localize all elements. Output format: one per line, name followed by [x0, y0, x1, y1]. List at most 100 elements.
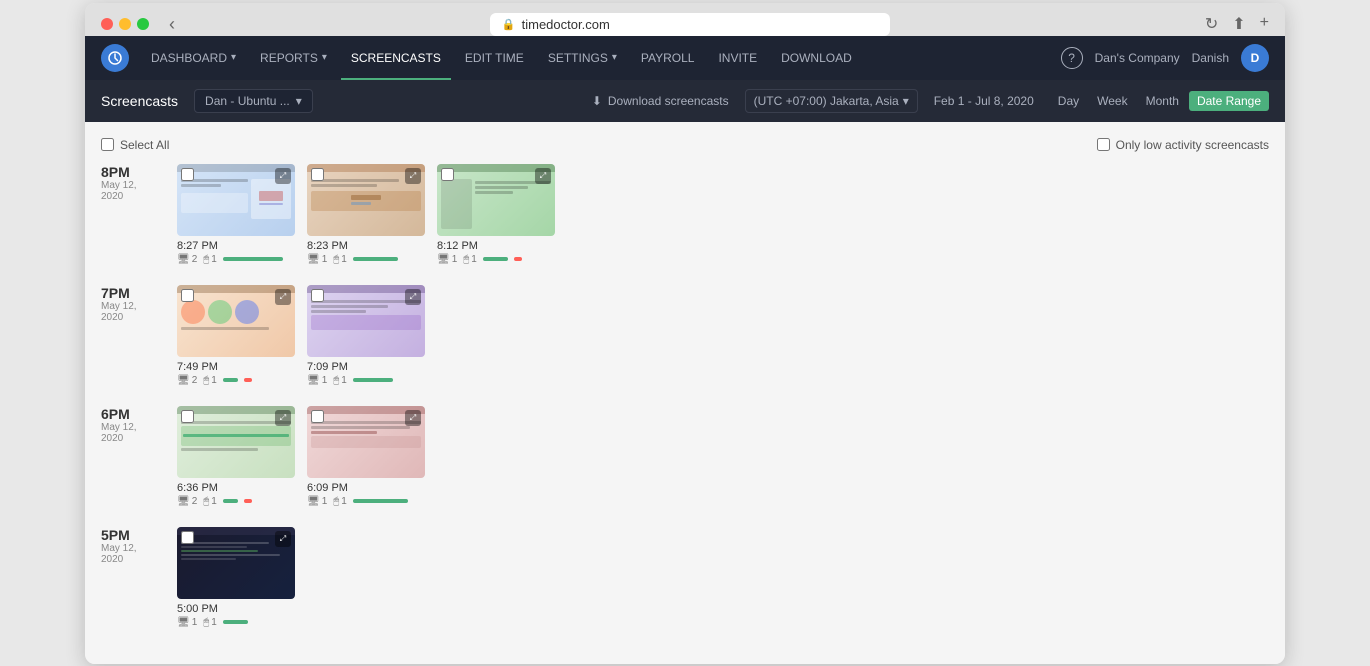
app-logo[interactable] — [101, 44, 129, 72]
time-label: 7PM May 12, 2020 — [101, 285, 161, 386]
time-group-5pm: 5PM May 12, 2020 — [101, 527, 1269, 628]
nav-download[interactable]: DOWNLOAD — [771, 36, 862, 80]
nav-reports[interactable]: REPORTS ▾ — [250, 36, 337, 80]
screenshot-card[interactable]: ⤢ 7:49 PM 🖥 2 🖱 1 — [177, 285, 295, 386]
select-all-label: Select All — [120, 138, 169, 152]
screenshot-time: 6:09 PM — [307, 482, 425, 494]
share-button[interactable]: ⬆ — [1232, 14, 1245, 34]
monitor-icon: 🖥 — [307, 496, 320, 507]
monitor-icon: 🖥 — [307, 375, 320, 386]
mouse-icon: 🖱 — [203, 617, 209, 628]
expand-icon[interactable]: ⤢ — [275, 410, 291, 426]
mouse-icon: 🖱 — [203, 496, 209, 507]
expand-icon[interactable]: ⤢ — [535, 168, 551, 184]
screenshot-time: 7:49 PM — [177, 361, 295, 373]
nav-settings[interactable]: SETTINGS ▾ — [538, 36, 627, 80]
time-group-6pm: 6PM May 12, 2020 — [101, 406, 1269, 507]
address-bar[interactable]: 🔒 timedoctor.com — [490, 13, 890, 36]
back-button[interactable]: ‹ — [169, 14, 175, 35]
language-selector[interactable]: Danish — [1192, 51, 1229, 65]
activity-bar-red — [244, 378, 252, 382]
activity-bar-red — [244, 499, 252, 503]
low-activity-checkbox[interactable] — [1097, 138, 1110, 151]
monitor-icon: 🖥 — [177, 496, 190, 507]
expand-icon[interactable]: ⤢ — [405, 289, 421, 305]
download-icon: ⬇ — [592, 94, 602, 108]
nav-invite[interactable]: INVITE — [708, 36, 767, 80]
screenshot-card[interactable]: ⤢ 8:27 PM 🖥 2 🖱 1 — [177, 164, 295, 265]
activity-bar — [223, 378, 238, 382]
user-avatar[interactable]: D — [1241, 44, 1269, 72]
screenshot-time: 8:12 PM — [437, 240, 555, 252]
company-name[interactable]: Dan's Company — [1095, 51, 1180, 65]
minimize-button[interactable] — [119, 18, 131, 30]
expand-icon[interactable]: ⤢ — [275, 289, 291, 305]
screenshot-checkbox[interactable] — [311, 410, 324, 423]
sub-nav: Screencasts Dan - Ubuntu ... ▾ ⬇ Downloa… — [85, 80, 1285, 122]
download-label: Download screencasts — [608, 94, 729, 108]
expand-icon[interactable]: ⤢ — [275, 531, 291, 547]
nav-screencasts[interactable]: SCREENCASTS — [341, 36, 451, 80]
download-screencasts-button[interactable]: ⬇ Download screencasts — [592, 94, 729, 108]
screenshot-checkbox[interactable] — [181, 531, 194, 544]
screenshot-time: 5:00 PM — [177, 603, 295, 615]
date-range-buttons: Day Week Month Date Range — [1050, 91, 1269, 111]
month-range-button[interactable]: Month — [1138, 91, 1187, 111]
date-range-display: Feb 1 - Jul 8, 2020 — [934, 94, 1034, 108]
new-tab-button[interactable]: + — [1260, 14, 1269, 34]
screenshot-meta: 🖥 2 🖱 1 — [177, 496, 295, 507]
expand-icon[interactable]: ⤢ — [275, 168, 291, 184]
nav-edit-time[interactable]: EDIT TIME — [455, 36, 534, 80]
screenshot-card[interactable]: ⤢ 8:23 PM 🖥 1 🖱 1 — [307, 164, 425, 265]
url-text: timedoctor.com — [522, 17, 610, 32]
chevron-icon: ▾ — [612, 52, 617, 63]
screenshot-meta: 🖥 1 🖱 1 — [307, 375, 425, 386]
user-selector[interactable]: Dan - Ubuntu ... ▾ — [194, 89, 313, 113]
screenshot-checkbox[interactable] — [441, 168, 454, 181]
screenshot-checkbox[interactable] — [311, 289, 324, 302]
time-label: 8PM May 12, 2020 — [101, 164, 161, 265]
screenshot-card[interactable]: ⤢ 8:12 PM 🖥 1 🖱 1 — [437, 164, 555, 265]
screenshot-card[interactable]: ⤢ 6:09 PM 🖥 1 🖱 1 — [307, 406, 425, 507]
maximize-button[interactable] — [137, 18, 149, 30]
mouse-icon: 🖱 — [333, 375, 339, 386]
screenshots-grid: ⤢ 5:00 PM 🖥 1 🖱 1 — [177, 527, 295, 628]
close-button[interactable] — [101, 18, 113, 30]
screenshot-meta: 🖥 1 🖱 1 — [437, 254, 555, 265]
chevron-icon: ▾ — [231, 52, 236, 63]
screenshot-card[interactable]: ⤢ 5:00 PM 🖥 1 🖱 1 — [177, 527, 295, 628]
activity-bar — [353, 499, 408, 503]
screenshot-time: 8:27 PM — [177, 240, 295, 252]
mouse-icon: 🖱 — [333, 254, 339, 265]
monitor-icon: 🖥 — [437, 254, 450, 265]
screenshot-card[interactable]: ⤢ 7:09 PM 🖥 1 🖱 1 — [307, 285, 425, 386]
day-range-button[interactable]: Day — [1050, 91, 1087, 111]
user-selector-label: Dan - Ubuntu ... — [205, 94, 290, 108]
screenshot-time: 7:09 PM — [307, 361, 425, 373]
content-toolbar: Select All Only low activity screencasts — [101, 138, 1269, 152]
select-all-checkbox[interactable] — [101, 138, 114, 151]
screenshot-checkbox[interactable] — [181, 410, 194, 423]
help-button[interactable]: ? — [1061, 47, 1083, 69]
date-range-button[interactable]: Date Range — [1189, 91, 1269, 111]
lock-icon: 🔒 — [502, 18, 516, 31]
time-group-8pm: 8PM May 12, 2020 — [101, 164, 1269, 265]
expand-icon[interactable]: ⤢ — [405, 410, 421, 426]
week-range-button[interactable]: Week — [1089, 91, 1135, 111]
screenshot-card[interactable]: ⤢ 6:36 PM 🖥 2 🖱 1 — [177, 406, 295, 507]
traffic-lights — [101, 18, 149, 30]
activity-bar — [353, 378, 393, 382]
screenshot-meta: 🖥 1 🖱 1 — [307, 496, 425, 507]
expand-icon[interactable]: ⤢ — [405, 168, 421, 184]
time-group-7pm: 7PM May 12, 2020 — [101, 285, 1269, 386]
screenshot-meta: 🖥 2 🖱 1 — [177, 375, 295, 386]
screenshot-checkbox[interactable] — [181, 168, 194, 181]
screenshot-checkbox[interactable] — [311, 168, 324, 181]
reload-button[interactable]: ↻ — [1205, 14, 1218, 34]
timezone-label: (UTC +07:00) Jakarta, Asia — [754, 94, 899, 108]
mouse-icon: 🖱 — [203, 254, 209, 265]
timezone-selector[interactable]: (UTC +07:00) Jakarta, Asia ▾ — [745, 89, 918, 113]
nav-payroll[interactable]: PAYROLL — [631, 36, 705, 80]
nav-dashboard[interactable]: DASHBOARD ▾ — [141, 36, 246, 80]
screenshot-checkbox[interactable] — [181, 289, 194, 302]
